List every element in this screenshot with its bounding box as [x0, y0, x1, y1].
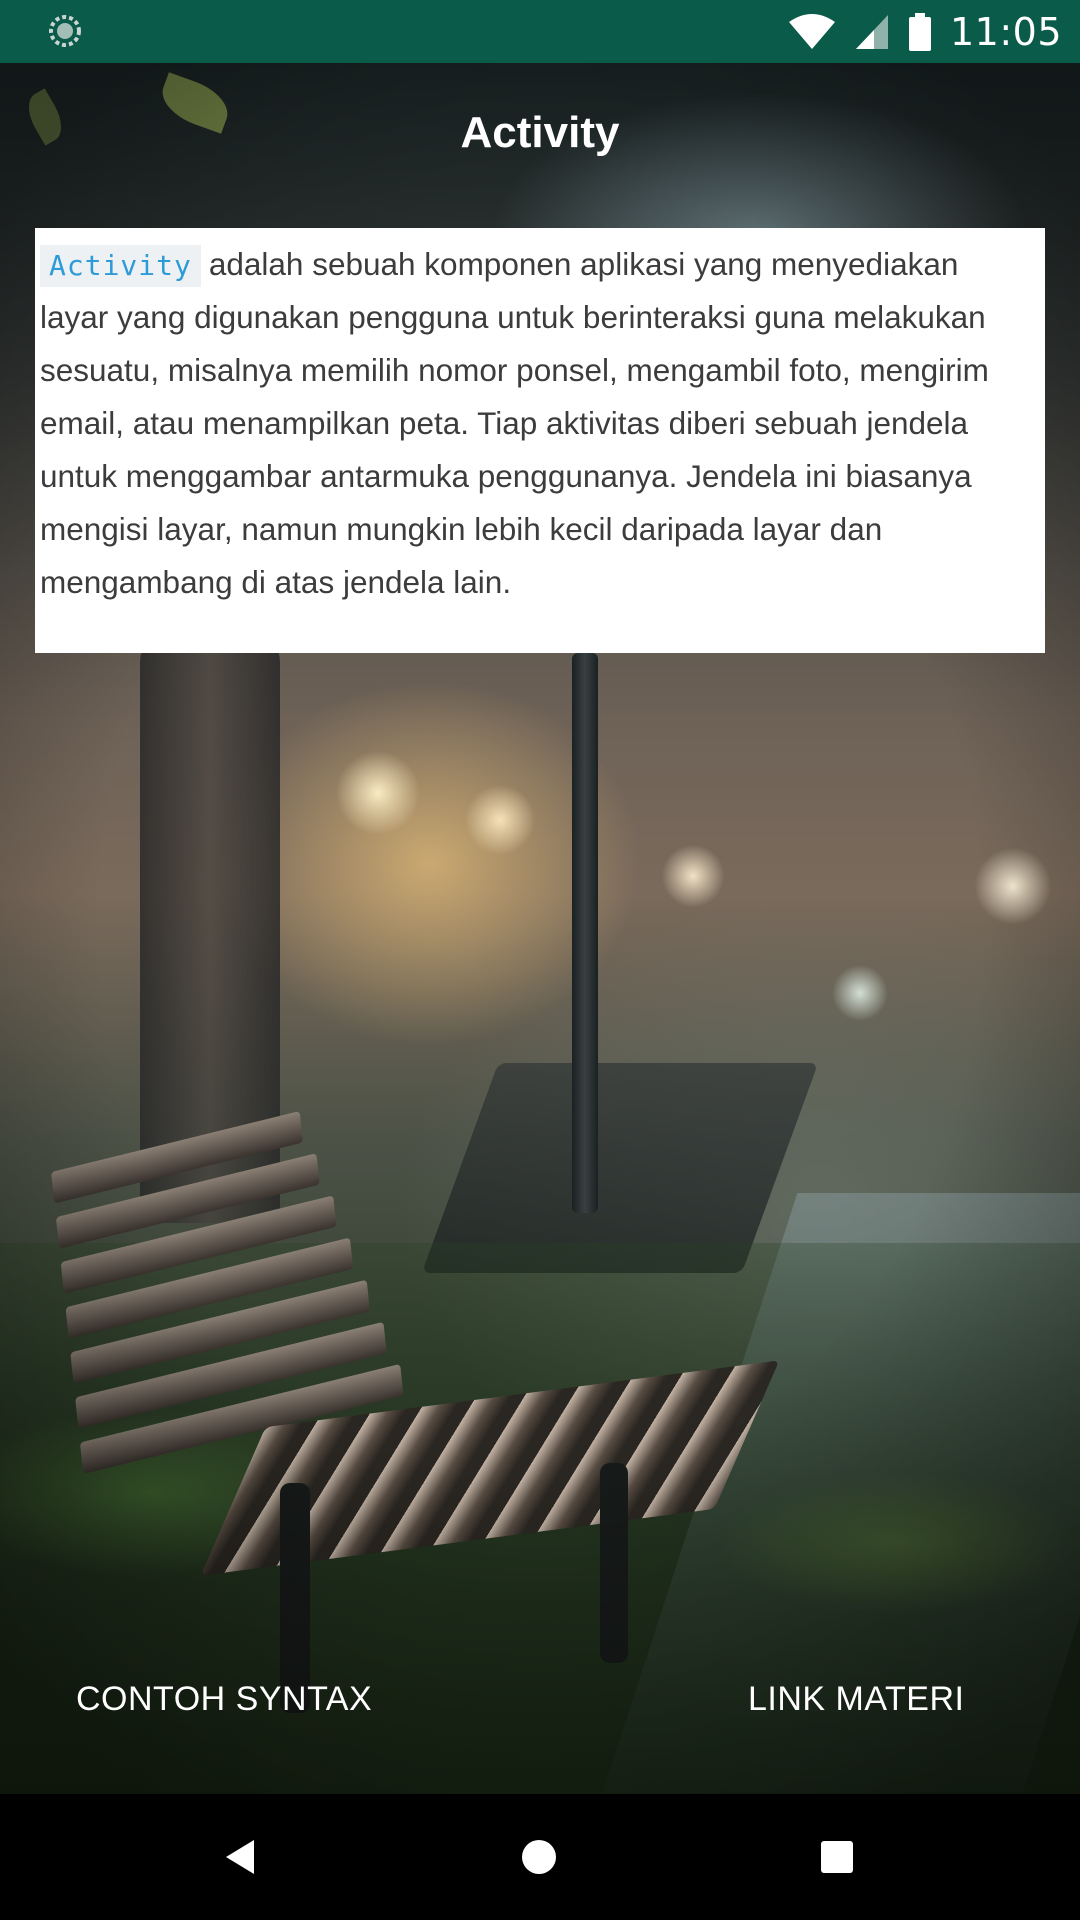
description-card: Activity adalah sebuah komponen aplikasi …: [35, 228, 1045, 653]
home-icon[interactable]: [506, 1824, 572, 1890]
status-time: 11:05: [949, 9, 1062, 54]
loading-icon: [49, 15, 81, 47]
page-title: Activity: [460, 108, 620, 157]
status-bar: 11:05: [0, 0, 1080, 63]
wifi-icon: [788, 13, 835, 49]
battery-icon: [908, 12, 931, 51]
signal-icon: [855, 14, 888, 49]
description-text: adalah sebuah komponen aplikasi yang men…: [40, 246, 989, 600]
recent-apps-icon[interactable]: [804, 1824, 870, 1890]
description-paragraph: Activity adalah sebuah komponen aplikasi …: [40, 238, 1035, 609]
contoh-syntax-button[interactable]: CONTOH SYNTAX: [76, 1680, 372, 1719]
status-icons: 11:05: [788, 0, 1062, 63]
code-term: Activity: [40, 245, 201, 287]
back-icon[interactable]: [208, 1824, 274, 1890]
navigation-bar: [0, 1794, 1080, 1920]
link-materi-button[interactable]: LINK MATERI: [748, 1680, 964, 1719]
